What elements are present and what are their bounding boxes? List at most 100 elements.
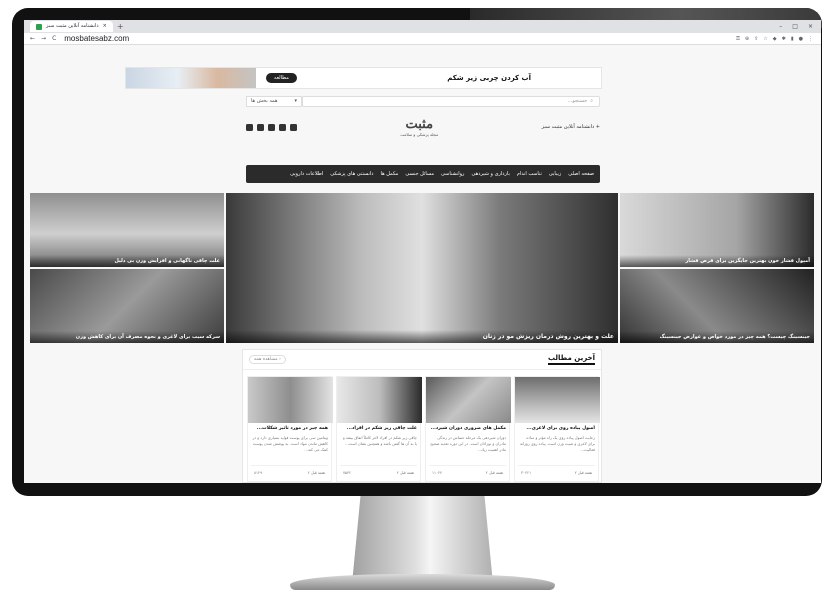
- post-thumbnail: [515, 377, 600, 423]
- post-card[interactable]: مکمل های ضروری دوران شیرد... دوران شیرده…: [425, 376, 511, 482]
- banner-image: [126, 68, 256, 88]
- post-date: ۲ هفته قبل: [396, 470, 414, 475]
- puzzle-icon[interactable]: ✱: [782, 36, 786, 42]
- hero-left-top-caption: علت چاقی ناگهانی و افزایش وزن بی دلیل: [30, 255, 224, 267]
- main-navigation: صفحه اصلی زیبایی تناسب اندام بارداری و ش…: [246, 165, 600, 183]
- window-controls: – □ ×: [779, 23, 821, 30]
- browser-tab[interactable]: دانشنامه آنلاین مثبت سبز ×: [30, 21, 113, 32]
- zoom-icon[interactable]: ⊕: [745, 36, 749, 42]
- ad-banner[interactable]: مطالعه آب کردن چربی زیر شکم: [125, 67, 602, 89]
- hero-left-bottom-caption: سرکه سیب برای لاغری و نحوه مصرف آن برای …: [30, 331, 224, 343]
- latest-posts-title: آخرین مطالب: [548, 354, 595, 365]
- plus-icon: +: [594, 124, 600, 130]
- category-select-value: همه بخش ها: [251, 98, 278, 104]
- post-title[interactable]: مکمل های ضروری دوران شیرد...: [426, 423, 509, 431]
- nav-sexual[interactable]: مسائل جنسی: [405, 171, 434, 177]
- twitter-icon[interactable]: [279, 123, 286, 131]
- search-placeholder: جستجو...: [567, 98, 588, 104]
- tab-title: دانشنامه آنلاین مثبت سبز: [46, 23, 99, 29]
- close-tab-icon[interactable]: ×: [103, 21, 107, 32]
- post-thumbnail: [337, 377, 422, 423]
- hero-right-top-caption: آمپول فشار خون بهترین جایگزین برای قرص ف…: [620, 255, 814, 267]
- add-shortcut-link[interactable]: + دانشنامه آنلاین مثبت سبز: [542, 124, 600, 130]
- post-thumbnail: [426, 377, 511, 423]
- tab-bar: دانشنامه آنلاین مثبت سبز × + – □ ×: [24, 20, 821, 33]
- post-title[interactable]: همه چیز در مورد تاثیر شکلات...: [248, 423, 331, 431]
- nav-beauty[interactable]: زیبایی: [549, 171, 561, 177]
- post-card[interactable]: همه چیز در مورد تاثیر شکلات... ویتامین س…: [247, 376, 333, 482]
- post-meta: ۱۱۰۲۴ ۲ هفته قبل: [429, 465, 506, 475]
- post-excerpt: رعایت اصول پیاده روی یک راه مؤثر و ساده …: [519, 435, 595, 452]
- sidebar-icon[interactable]: ▮: [791, 36, 794, 42]
- screen: دانشنامه آنلاین مثبت سبز × + – □ × ← → C…: [24, 20, 821, 483]
- post-views: ۷۵۴۲: [343, 470, 352, 475]
- hero-right-top[interactable]: آمپول فشار خون بهترین جایگزین برای قرص ف…: [620, 193, 814, 267]
- post-card[interactable]: علت چاقی زیر شکم در افراد... چاقی زیر شک…: [336, 376, 422, 482]
- post-thumbnail: [248, 377, 333, 423]
- new-tab-button[interactable]: +: [117, 22, 124, 31]
- linkedin-icon[interactable]: [246, 123, 253, 131]
- banner-title: آب کردن چربی زیر شکم: [447, 74, 531, 82]
- address-bar-row: ← → C mosbatesabz.com ⚿ ⊕ ⇪ ☆ ◆ ✱ ▮ ● ⋮: [24, 33, 821, 45]
- nav-drugs[interactable]: اطلاعات دارویی: [290, 171, 323, 177]
- latest-posts-header: ‹ مشاهده همه آخرین مطالب: [243, 350, 601, 370]
- minimize-button[interactable]: –: [779, 23, 782, 30]
- post-meta: ۳۰۲۲۱ ۲ هفته قبل: [518, 465, 595, 475]
- extension-icons: ⚿ ⊕ ⇪ ☆ ◆ ✱ ▮ ● ⋮: [736, 36, 821, 42]
- post-title[interactable]: علت چاقی زیر شکم در افراد...: [337, 423, 420, 431]
- maximize-button[interactable]: □: [792, 23, 798, 30]
- menu-icon[interactable]: ⋮: [808, 36, 813, 42]
- telegram-icon[interactable]: [257, 123, 264, 131]
- forward-button[interactable]: →: [41, 35, 46, 42]
- post-meta: ۷۵۴۲ ۲ هفته قبل: [340, 465, 417, 475]
- close-window-button[interactable]: ×: [808, 23, 813, 30]
- post-excerpt: دوران شیردهی یک مرحله حساس در زندگی مادر…: [430, 435, 506, 452]
- view-all-button[interactable]: ‹ مشاهده همه: [249, 355, 286, 364]
- nav-supplements[interactable]: مکمل ها: [380, 171, 398, 177]
- star-icon[interactable]: ☆: [763, 36, 767, 42]
- monitor-stand: [352, 496, 493, 576]
- nav-home[interactable]: صفحه اصلی: [568, 171, 594, 177]
- nav-psychology[interactable]: روانشناسی: [441, 171, 464, 177]
- logo-mark: مثبت: [405, 117, 434, 132]
- chevron-left-icon: ‹: [277, 357, 281, 362]
- profile-icon[interactable]: ●: [799, 36, 803, 42]
- view-all-label: مشاهده همه: [254, 357, 278, 362]
- share-icon[interactable]: ⇪: [754, 36, 758, 42]
- monitor-base: [290, 574, 555, 590]
- add-shortcut-label: دانشنامه آنلاین مثبت سبز: [541, 124, 595, 130]
- youtube-icon[interactable]: [268, 123, 275, 131]
- post-excerpt: ویتامین سی برای پوست فواید بسیاری دارد و…: [252, 435, 328, 452]
- post-title[interactable]: اصول پیاده روی برای لاغری...: [515, 423, 598, 431]
- site-logo[interactable]: مثبت مجله پزشکی و سلامت: [400, 117, 438, 137]
- search-row: ▾ همه بخش ها ⌕ جستجو...: [246, 96, 600, 107]
- post-views: ۸۱۲۹: [254, 470, 263, 475]
- reload-button[interactable]: C: [52, 35, 56, 42]
- url-field[interactable]: mosbatesabz.com: [64, 34, 129, 43]
- facebook-icon[interactable]: [290, 123, 297, 131]
- extension-icon[interactable]: ◆: [773, 36, 777, 42]
- post-meta: ۸۱۲۹ ۲ هفته قبل: [251, 465, 328, 475]
- hero-right-bottom-caption: جینسینگ چیست؟ همه چیز در مورد خواص و عوا…: [620, 331, 814, 343]
- post-date: ۲ هفته قبل: [485, 470, 503, 475]
- nav-medical[interactable]: دانستنی های پزشکی: [330, 171, 373, 177]
- post-cards: اصول پیاده روی برای لاغری... رعایت اصول …: [247, 376, 600, 482]
- nav-fitness[interactable]: تناسب اندام: [517, 171, 542, 177]
- search-input[interactable]: ⌕ جستجو...: [302, 96, 600, 107]
- site-header: مثبت مجله پزشکی و سلامت + دانشنامه آنلای…: [246, 112, 600, 142]
- latest-posts-section: ‹ مشاهده همه آخرین مطالب اصول پیاده روی …: [242, 349, 602, 483]
- key-icon[interactable]: ⚿: [736, 36, 740, 42]
- chevron-down-icon: ▾: [294, 98, 297, 104]
- banner-read-button[interactable]: مطالعه: [266, 73, 297, 83]
- hero-main[interactable]: علت و بهترین روش درمان ریزش مو در زنان: [226, 193, 618, 343]
- nav-pregnancy[interactable]: بارداری و شیردهی: [471, 171, 509, 177]
- hero-left-top[interactable]: علت چاقی ناگهانی و افزایش وزن بی دلیل: [30, 193, 224, 267]
- post-views: ۱۱۰۲۴: [432, 470, 443, 475]
- hero-left-bottom[interactable]: سرکه سیب برای لاغری و نحوه مصرف آن برای …: [30, 269, 224, 343]
- category-select[interactable]: ▾ همه بخش ها: [246, 96, 302, 107]
- hero-right-bottom[interactable]: جینسینگ چیست؟ همه چیز در مورد خواص و عوا…: [620, 269, 814, 343]
- post-card[interactable]: اصول پیاده روی برای لاغری... رعایت اصول …: [514, 376, 600, 482]
- back-button[interactable]: ←: [30, 35, 35, 42]
- search-icon: ⌕: [590, 98, 593, 104]
- post-date: ۲ هفته قبل: [307, 470, 325, 475]
